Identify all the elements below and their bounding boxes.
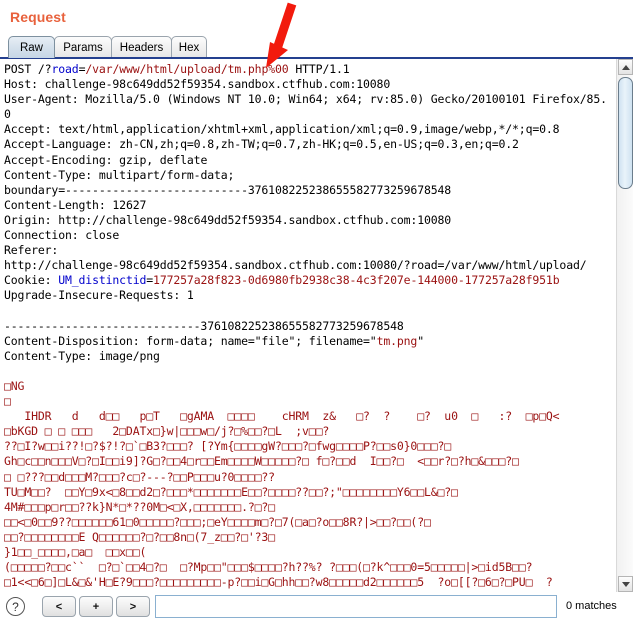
body-boundary-line: -----------------------------37610822523… bbox=[4, 318, 404, 333]
binary-line: □NG bbox=[4, 378, 25, 393]
request-query-prefix: /? bbox=[37, 62, 52, 76]
match-count-label: 0 matches bbox=[566, 600, 617, 612]
add-search-button[interactable]: + bbox=[79, 596, 113, 617]
chevron-up-icon bbox=[621, 64, 630, 70]
header-accept-encoding: gzip, deflate bbox=[119, 152, 208, 167]
header-content-length: 12627 bbox=[112, 197, 147, 212]
header-origin: http://challenge-98c649dd52f59354.sandbo… bbox=[58, 212, 452, 227]
help-icon-label: ? bbox=[12, 599, 19, 614]
request-method: POST bbox=[4, 62, 32, 76]
binary-line: □ bbox=[4, 394, 11, 409]
binary-line: □bKGD □ □ □□□ 2□DATx□}w|□□□w□/j?□%□□?□L … bbox=[4, 424, 330, 439]
binary-line: □□?□□□□□□□□E Q□□□□□□?□?□□8n□(7_z□□?□'?3□ bbox=[4, 529, 275, 544]
search-toolbar: ? < + > 0 matches bbox=[0, 592, 633, 621]
tab-headers[interactable]: Headers bbox=[111, 36, 172, 58]
body-part-content-type: Content-Type: image/png bbox=[4, 348, 160, 363]
search-input[interactable] bbox=[155, 595, 557, 618]
request-param-value: /var/www/html/upload/tm.php%00 bbox=[85, 62, 289, 76]
tab-bar: Raw Params Headers Hex bbox=[0, 36, 633, 59]
tab-params-label: Params bbox=[63, 41, 103, 54]
vertical-scrollbar[interactable] bbox=[616, 59, 633, 592]
binary-line: Gh□c□□n□□□V□?□I□□i9]?G□?□□4□r□□Em□□□□W□□… bbox=[4, 454, 519, 469]
body-content-disposition-suffix: " bbox=[417, 333, 424, 348]
binary-line: IHDR d d□□ p□T □gAMA □□□□ cHRM z& □? ? □… bbox=[4, 409, 560, 424]
binary-line: □ □???□□d□□□M?□□□?c□?---?□□P□□□u?0□□□□?? bbox=[4, 469, 275, 484]
raw-request-panel[interactable]: POST /?road=/var/www/html/upload/tm.php%… bbox=[0, 59, 633, 592]
header-accept-language: zh-CN,zh;q=0.8,zh-TW;q=0.7,zh-HK;q=0.5,e… bbox=[119, 137, 519, 152]
binary-line: 4M#□□□p□r□□??k}N*□*??0M□<□X,□□□□□□□.?□?□ bbox=[4, 499, 275, 514]
binary-line: (□□□□□?□□c`` □?□`□□4□?□ □?Mp□□"□□□$□□□□?… bbox=[4, 560, 533, 575]
cookie-value: 177257a28f823-0d6980fb2938c38-4c3f207e-1… bbox=[153, 273, 560, 288]
body-content-disposition-prefix: Content-Disposition: form-data; name="fi… bbox=[4, 333, 377, 348]
request-http-version: HTTP/1.1 bbox=[295, 62, 350, 76]
header-referer-value: http://challenge-98c649dd52f59354.sandbo… bbox=[4, 258, 587, 273]
tab-hex[interactable]: Hex bbox=[171, 36, 207, 58]
binary-line: TU□M□□? □□Y□9x<□8□□d2□?□□□*□□□□□□□E□□?□□… bbox=[4, 484, 458, 499]
scroll-up-button[interactable] bbox=[618, 59, 633, 75]
scroll-down-button[interactable] bbox=[618, 576, 633, 592]
raw-request-text[interactable]: POST /?road=/var/www/html/upload/tm.php%… bbox=[4, 62, 613, 592]
tab-raw-label: Raw bbox=[19, 41, 43, 54]
help-icon[interactable]: ? bbox=[6, 597, 25, 616]
header-content-type: multipart/form-data; bbox=[98, 167, 235, 182]
add-search-label: + bbox=[92, 600, 100, 613]
header-host: challenge-98c649dd52f59354.sandbox.ctfhu… bbox=[44, 77, 391, 92]
header-cookie-label: Cookie: bbox=[4, 273, 59, 288]
tab-raw[interactable]: Raw bbox=[8, 36, 55, 58]
next-match-button[interactable]: > bbox=[116, 596, 150, 617]
previous-match-button[interactable]: < bbox=[42, 596, 76, 617]
header-connection: close bbox=[85, 228, 120, 243]
request-param-name: road bbox=[51, 62, 79, 76]
header-upgrade-insecure: Upgrade-Insecure-Requests: 1 bbox=[4, 288, 194, 303]
header-user-agent: Mozilla/5.0 (Windows NT 10.0; Win64; x64… bbox=[4, 92, 607, 122]
scrollbar-thumb[interactable] bbox=[618, 77, 633, 189]
header-accept: text/html,application/xhtml+xml,applicat… bbox=[58, 122, 560, 137]
header-boundary: boundary=---------------------------3761… bbox=[4, 182, 452, 197]
binary-line: □□<□0□□9??□□□□□□61□0□□□□□?□□□;□eY□□□□m□?… bbox=[4, 514, 431, 529]
previous-match-label: < bbox=[55, 600, 63, 613]
binary-line: □1<<□6□]□L&□&'H□E?9□□□?□□□□□□□□□-p?□□i□G… bbox=[4, 575, 553, 590]
tab-headers-label: Headers bbox=[119, 41, 164, 54]
tab-hex-label: Hex bbox=[178, 41, 200, 54]
binary-line: }1□□_□□□□,□a□ □□x□□( bbox=[4, 545, 147, 559]
tab-params[interactable]: Params bbox=[54, 36, 112, 58]
header-referer-label: Referer: bbox=[4, 243, 59, 258]
body-filename: tm.png bbox=[376, 333, 418, 348]
burp-request-viewer: Request Raw Params Headers Hex POST /?ro… bbox=[0, 0, 633, 621]
next-match-label: > bbox=[129, 600, 137, 613]
binary-line: ??□I?w□□i??!□?$?!?□`□B3?□□□? [?Ym{□□□□gW… bbox=[4, 439, 452, 454]
chevron-down-icon bbox=[621, 581, 630, 587]
page-title: Request bbox=[10, 9, 66, 25]
cookie-name: UM_distinctid bbox=[58, 273, 147, 288]
